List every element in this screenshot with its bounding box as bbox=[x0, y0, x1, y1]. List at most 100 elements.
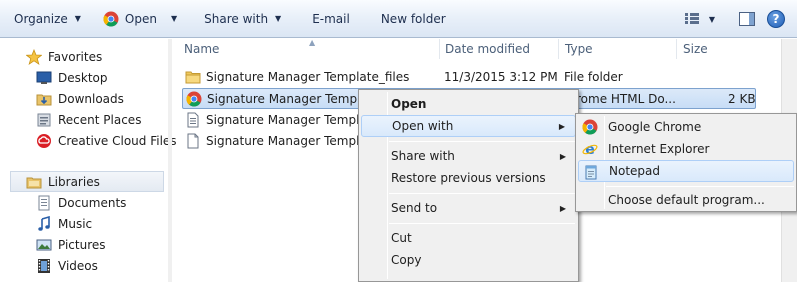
menu-label: Send to bbox=[391, 201, 438, 215]
menu-separator bbox=[389, 193, 575, 194]
chevron-down-icon: ▼ bbox=[170, 14, 178, 23]
column-label: Type bbox=[565, 42, 593, 56]
help-icon[interactable]: ? bbox=[767, 10, 785, 28]
documents-icon bbox=[36, 195, 52, 211]
internet-explorer-icon: e bbox=[582, 141, 598, 157]
share-with-label: Share with bbox=[204, 11, 269, 26]
menu-label: Notepad bbox=[609, 164, 660, 178]
email-button[interactable]: E-mail bbox=[292, 0, 361, 38]
chrome-html-file-icon bbox=[186, 91, 202, 107]
star-icon bbox=[26, 48, 42, 65]
column-type[interactable]: Type bbox=[559, 39, 677, 59]
nav-label: Favorites bbox=[48, 49, 103, 64]
file-name: Signature Manager Template bbox=[206, 133, 379, 148]
column-label: Date modified bbox=[445, 42, 531, 56]
nav-pictures[interactable]: Pictures bbox=[36, 234, 106, 255]
submenu-arrow-icon: ▶ bbox=[558, 121, 565, 131]
menu-item-google-chrome[interactable]: Google Chrome bbox=[578, 116, 794, 138]
menu-item-open-with[interactable]: Open with ▶ bbox=[361, 115, 576, 137]
open-with-submenu: Google Chrome e Internet Explorer Notepa… bbox=[575, 113, 797, 212]
submenu-arrow-icon: ▶ bbox=[559, 203, 566, 213]
pictures-icon bbox=[36, 237, 52, 253]
nav-music[interactable]: Music bbox=[36, 213, 92, 234]
open-label: Open bbox=[124, 11, 157, 26]
context-menu: Open Open with ▶ Share with ▶ Restore pr… bbox=[358, 89, 579, 282]
menu-label: Open with bbox=[392, 119, 454, 133]
file-name: Signature Manager Template bbox=[207, 91, 380, 106]
downloads-folder-icon bbox=[36, 91, 52, 107]
sort-ascending-icon: ▲ bbox=[309, 38, 316, 47]
menu-item-internet-explorer[interactable]: e Internet Explorer bbox=[578, 138, 794, 160]
menu-item-restore-previous-versions[interactable]: Restore previous versions bbox=[361, 167, 576, 189]
menu-label: Cut bbox=[391, 231, 412, 245]
file-date: 11/3/2015 3:12 PM bbox=[444, 69, 558, 84]
column-headers: ▲ Name Date modified Type Size bbox=[172, 38, 782, 59]
chevron-down-icon: ▼ bbox=[708, 14, 715, 24]
column-label: Size bbox=[683, 42, 708, 56]
menu-item-notepad[interactable]: Notepad bbox=[578, 160, 794, 182]
menu-item-choose-default-program[interactable]: Choose default program... bbox=[578, 189, 794, 211]
creative-cloud-icon bbox=[36, 133, 52, 149]
menu-item-copy[interactable]: Copy bbox=[361, 249, 576, 271]
notepad-icon bbox=[583, 164, 599, 180]
libraries-icon bbox=[26, 174, 42, 190]
column-date-modified[interactable]: Date modified bbox=[439, 39, 559, 59]
preview-pane-icon[interactable] bbox=[739, 12, 755, 26]
change-view-button[interactable]: ▼ bbox=[684, 13, 715, 25]
chrome-icon bbox=[582, 119, 598, 135]
chevron-down-icon: ▼ bbox=[275, 14, 282, 23]
file-name: Signature Manager Template_files bbox=[206, 69, 410, 84]
menu-separator bbox=[389, 141, 575, 142]
column-size[interactable]: Size bbox=[677, 39, 757, 59]
nav-desktop[interactable]: Desktop bbox=[36, 67, 108, 88]
details-view-icon bbox=[684, 13, 701, 25]
file-type: File folder bbox=[564, 69, 623, 84]
nav-label: Downloads bbox=[58, 91, 124, 106]
table-row[interactable]: Signature Manager Template_files 11/3/20… bbox=[182, 66, 756, 87]
new-folder-button[interactable]: New folder bbox=[361, 0, 457, 38]
menu-item-send-to[interactable]: Send to ▶ bbox=[361, 197, 576, 219]
file-name: Signature Manager Template bbox=[206, 112, 379, 127]
menu-item-share-with[interactable]: Share with ▶ bbox=[361, 145, 576, 167]
nav-documents[interactable]: Documents bbox=[36, 192, 126, 213]
nav-videos[interactable]: Videos bbox=[36, 255, 98, 276]
nav-label: Music bbox=[58, 216, 93, 231]
nav-label: Desktop bbox=[58, 70, 108, 85]
videos-icon bbox=[36, 258, 52, 274]
menu-separator bbox=[606, 186, 794, 187]
submenu-arrow-icon: ▶ bbox=[559, 151, 566, 161]
chrome-icon bbox=[103, 11, 119, 27]
desktop-icon bbox=[36, 70, 52, 86]
command-bar: Organize ▼ Open ▼ Share with ▼ E-mail Ne… bbox=[0, 0, 797, 38]
text-file-icon bbox=[185, 112, 201, 128]
open-button[interactable]: Open ▼ bbox=[92, 0, 188, 38]
folder-icon bbox=[185, 69, 201, 85]
nav-label: Pictures bbox=[58, 237, 106, 252]
share-with-button[interactable]: Share with ▼ bbox=[188, 0, 292, 38]
nav-recent-places[interactable]: Recent Places bbox=[36, 109, 141, 130]
menu-item-open[interactable]: Open bbox=[361, 93, 576, 115]
menu-label: Copy bbox=[391, 253, 422, 267]
blank-file-icon bbox=[185, 133, 201, 149]
menu-item-cut[interactable]: Cut bbox=[361, 227, 576, 249]
nav-label: Creative Cloud Files bbox=[58, 133, 177, 148]
menu-label: Choose default program... bbox=[608, 193, 765, 207]
svg-text:e: e bbox=[585, 142, 595, 157]
file-type: rome HTML Do... bbox=[576, 91, 676, 106]
toolbar-right-group: ▼ ? bbox=[684, 0, 785, 38]
menu-label: Restore previous versions bbox=[391, 171, 546, 185]
column-name[interactable]: ▲ Name bbox=[178, 38, 440, 59]
email-label: E-mail bbox=[312, 11, 350, 26]
new-folder-label: New folder bbox=[380, 11, 446, 26]
nav-libraries[interactable]: Libraries bbox=[10, 171, 164, 192]
nav-creative-cloud[interactable]: Creative Cloud Files bbox=[36, 130, 177, 151]
nav-label: Videos bbox=[58, 258, 98, 273]
nav-label: Libraries bbox=[48, 174, 100, 189]
nav-downloads[interactable]: Downloads bbox=[36, 88, 124, 109]
nav-favorites[interactable]: Favorites bbox=[26, 46, 102, 67]
pane-splitter[interactable] bbox=[168, 39, 172, 282]
menu-separator bbox=[389, 223, 575, 224]
organize-label: Organize bbox=[14, 11, 68, 26]
organize-button[interactable]: Organize ▼ bbox=[0, 0, 92, 38]
music-icon bbox=[36, 215, 52, 232]
